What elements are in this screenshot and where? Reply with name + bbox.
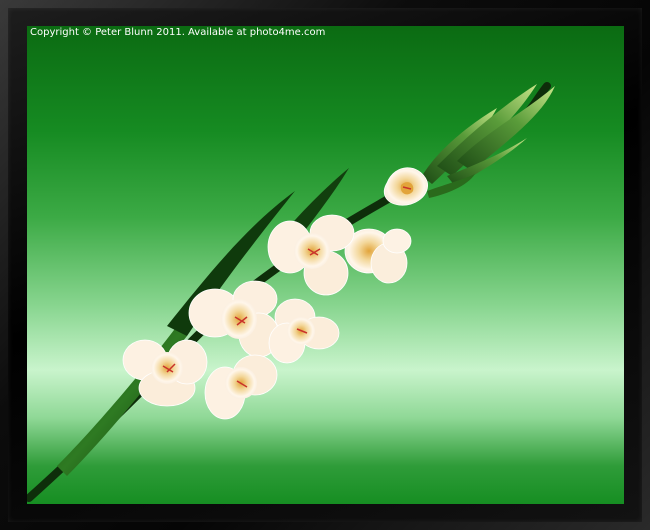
flower-center-right: [268, 298, 340, 364]
flower-center: [188, 280, 280, 358]
flower-center-upper: [267, 214, 355, 296]
flower-top: [383, 167, 428, 206]
flower-lower-middle: [204, 354, 278, 420]
flower-upper-right: [344, 228, 412, 284]
picture-frame: Copyright © Peter Blunn 2011. Available …: [0, 0, 650, 530]
framed-print: Copyright © Peter Blunn 2011. Available …: [27, 26, 624, 504]
gladiolus-illustration: [27, 82, 555, 502]
